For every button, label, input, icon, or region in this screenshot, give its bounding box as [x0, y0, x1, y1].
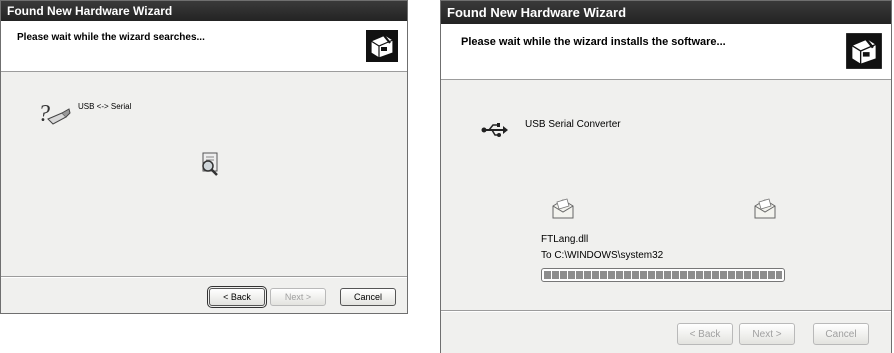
wizard-window-right: Found New Hardware Wizard Please wait wh…	[440, 0, 892, 353]
back-button[interactable]: < Back	[207, 286, 267, 308]
usb-icon	[481, 123, 508, 137]
footer-divider	[441, 310, 891, 311]
header-text: Please wait while the wizard installs th…	[461, 36, 726, 48]
cancel-button[interactable]: Cancel	[813, 323, 869, 345]
wizard-header: Please wait while the wizard searches...	[1, 21, 407, 72]
progress-bar	[541, 268, 785, 282]
title-bar[interactable]: Found New Hardware Wizard	[441, 1, 891, 24]
next-button[interactable]: Next >	[270, 288, 326, 306]
window-title: Found New Hardware Wizard	[7, 4, 173, 18]
cancel-button-label: Cancel	[353, 292, 382, 302]
hardware-wizard-icon	[846, 33, 882, 69]
current-file-name: FTLang.dll	[541, 234, 589, 245]
header-text: Please wait while the wizard searches...	[17, 32, 205, 43]
destination-folder-icon	[754, 198, 776, 219]
title-bar[interactable]: Found New Hardware Wizard	[1, 1, 407, 21]
footer-divider	[1, 276, 407, 277]
back-button-label: < Back	[223, 292, 251, 302]
next-button[interactable]: Next >	[739, 323, 795, 345]
back-button-label: < Back	[689, 328, 721, 340]
wizard-window-left: Found New Hardware Wizard Please wait wh…	[0, 0, 408, 314]
destination-path: To C:\WINDOWS\system32	[541, 250, 664, 261]
unknown-device-icon: ?	[38, 101, 71, 127]
window-title: Found New Hardware Wizard	[447, 5, 627, 20]
wizard-header: Please wait while the wizard installs th…	[441, 24, 891, 80]
device-name: USB Serial Converter	[525, 119, 621, 130]
svg-text:?: ?	[38, 101, 50, 127]
next-button-label: Next >	[284, 292, 312, 302]
cancel-button[interactable]: Cancel	[340, 288, 396, 306]
source-folder-icon	[552, 198, 574, 219]
next-button-label: Next >	[752, 328, 782, 340]
hardware-wizard-icon	[366, 30, 398, 62]
device-name: USB <-> Serial	[78, 102, 132, 111]
search-magnifier-icon	[202, 152, 218, 176]
progress-fill	[544, 271, 782, 279]
cancel-button-label: Cancel	[825, 328, 857, 340]
back-button[interactable]: < Back	[677, 323, 733, 345]
